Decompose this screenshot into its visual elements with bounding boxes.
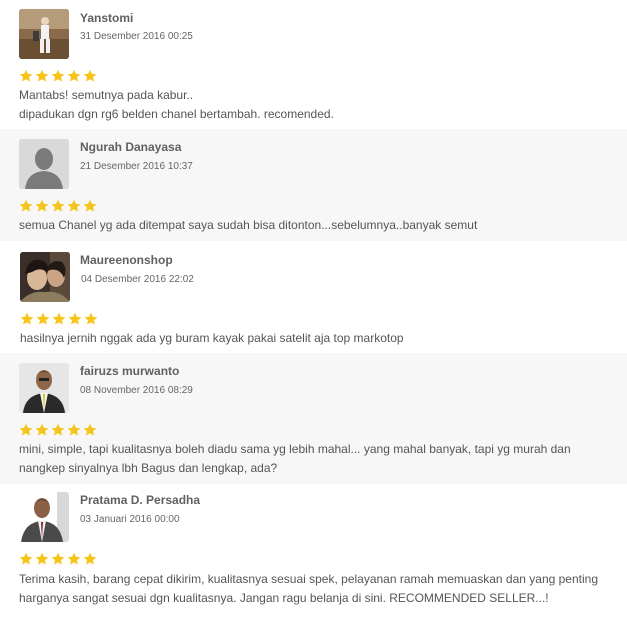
review-text-line: Terima kasih, barang cepat dikirim, kual…	[19, 572, 598, 586]
review-text: hasilnya jernih nggak ada yg buram kayak…	[20, 329, 620, 348]
review-text-line: Mantabs! semutnya pada kabur..	[19, 88, 194, 102]
default-user-icon[interactable]	[19, 139, 69, 189]
review-text-line: semua Chanel yg ada ditempat saya sudah …	[19, 218, 478, 232]
star-icon	[52, 312, 66, 326]
user-avatar[interactable]	[19, 363, 69, 413]
star-icon	[35, 199, 49, 213]
review-date: 04 Desember 2016 22:02	[81, 274, 194, 285]
star-icon	[67, 199, 81, 213]
reviewer-name[interactable]: Yanstomi	[80, 11, 133, 25]
rating-stars	[19, 69, 99, 83]
review-date: 03 Januari 2016 00:00	[80, 514, 180, 525]
star-icon	[19, 552, 33, 566]
review-text: Mantabs! semutnya pada kabur.. dipadukan…	[19, 86, 619, 124]
star-icon	[51, 423, 65, 437]
star-icon	[19, 69, 33, 83]
star-icon	[67, 552, 81, 566]
star-icon	[36, 312, 50, 326]
review-item: fairuzs murwanto 08 November 2016 08:29 …	[0, 353, 627, 484]
review-text: semua Chanel yg ada ditempat saya sudah …	[19, 216, 619, 235]
star-icon	[19, 199, 33, 213]
star-icon	[35, 423, 49, 437]
star-icon	[68, 312, 82, 326]
reviewer-name[interactable]: Pratama D. Persadha	[80, 493, 200, 507]
star-icon	[20, 312, 34, 326]
star-icon	[51, 552, 65, 566]
star-icon	[51, 199, 65, 213]
review-text-line: nangkep sinyalnya lbh Bagus dan lengkap,…	[19, 461, 278, 475]
review-item: Yanstomi 31 Desember 2016 00:25 Mantabs!…	[0, 0, 627, 127]
review-date: 08 November 2016 08:29	[80, 385, 193, 396]
review-text-line: mini, simple, tapi kualitasnya boleh dia…	[19, 442, 571, 456]
star-icon	[67, 423, 81, 437]
user-avatar[interactable]	[19, 9, 69, 59]
rating-stars	[19, 423, 99, 437]
review-item: Ngurah Danayasa 21 Desember 2016 10:37 s…	[0, 129, 627, 241]
user-avatar[interactable]	[20, 252, 70, 302]
star-icon	[35, 69, 49, 83]
star-icon	[19, 423, 33, 437]
review-text-line: hasilnya jernih nggak ada yg buram kayak…	[20, 331, 404, 345]
rating-stars	[19, 199, 99, 213]
rating-stars	[20, 312, 100, 326]
review-item: Pratama D. Persadha 03 Januari 2016 00:0…	[0, 484, 627, 627]
review-text-line: dipadukan dgn rg6 belden chanel bertamba…	[19, 107, 334, 121]
reviewer-name[interactable]: fairuzs murwanto	[80, 364, 179, 378]
review-text: Terima kasih, barang cepat dikirim, kual…	[19, 570, 619, 608]
star-icon	[67, 69, 81, 83]
star-icon	[51, 69, 65, 83]
review-date: 21 Desember 2016 10:37	[80, 161, 193, 172]
review-text: mini, simple, tapi kualitasnya boleh dia…	[19, 440, 619, 478]
review-item: Maureenonshop 04 Desember 2016 22:02 has…	[0, 241, 627, 353]
star-icon	[83, 69, 97, 83]
user-avatar[interactable]	[19, 492, 69, 542]
star-icon	[35, 552, 49, 566]
star-icon	[83, 423, 97, 437]
star-icon	[83, 552, 97, 566]
rating-stars	[19, 552, 99, 566]
review-date: 31 Desember 2016 00:25	[80, 31, 193, 42]
reviewer-name[interactable]: Ngurah Danayasa	[80, 140, 181, 154]
star-icon	[84, 312, 98, 326]
star-icon	[83, 199, 97, 213]
reviewer-name[interactable]: Maureenonshop	[80, 253, 173, 267]
review-text-line: harganya sangat sesuai dgn kualitasnya. …	[19, 591, 549, 605]
